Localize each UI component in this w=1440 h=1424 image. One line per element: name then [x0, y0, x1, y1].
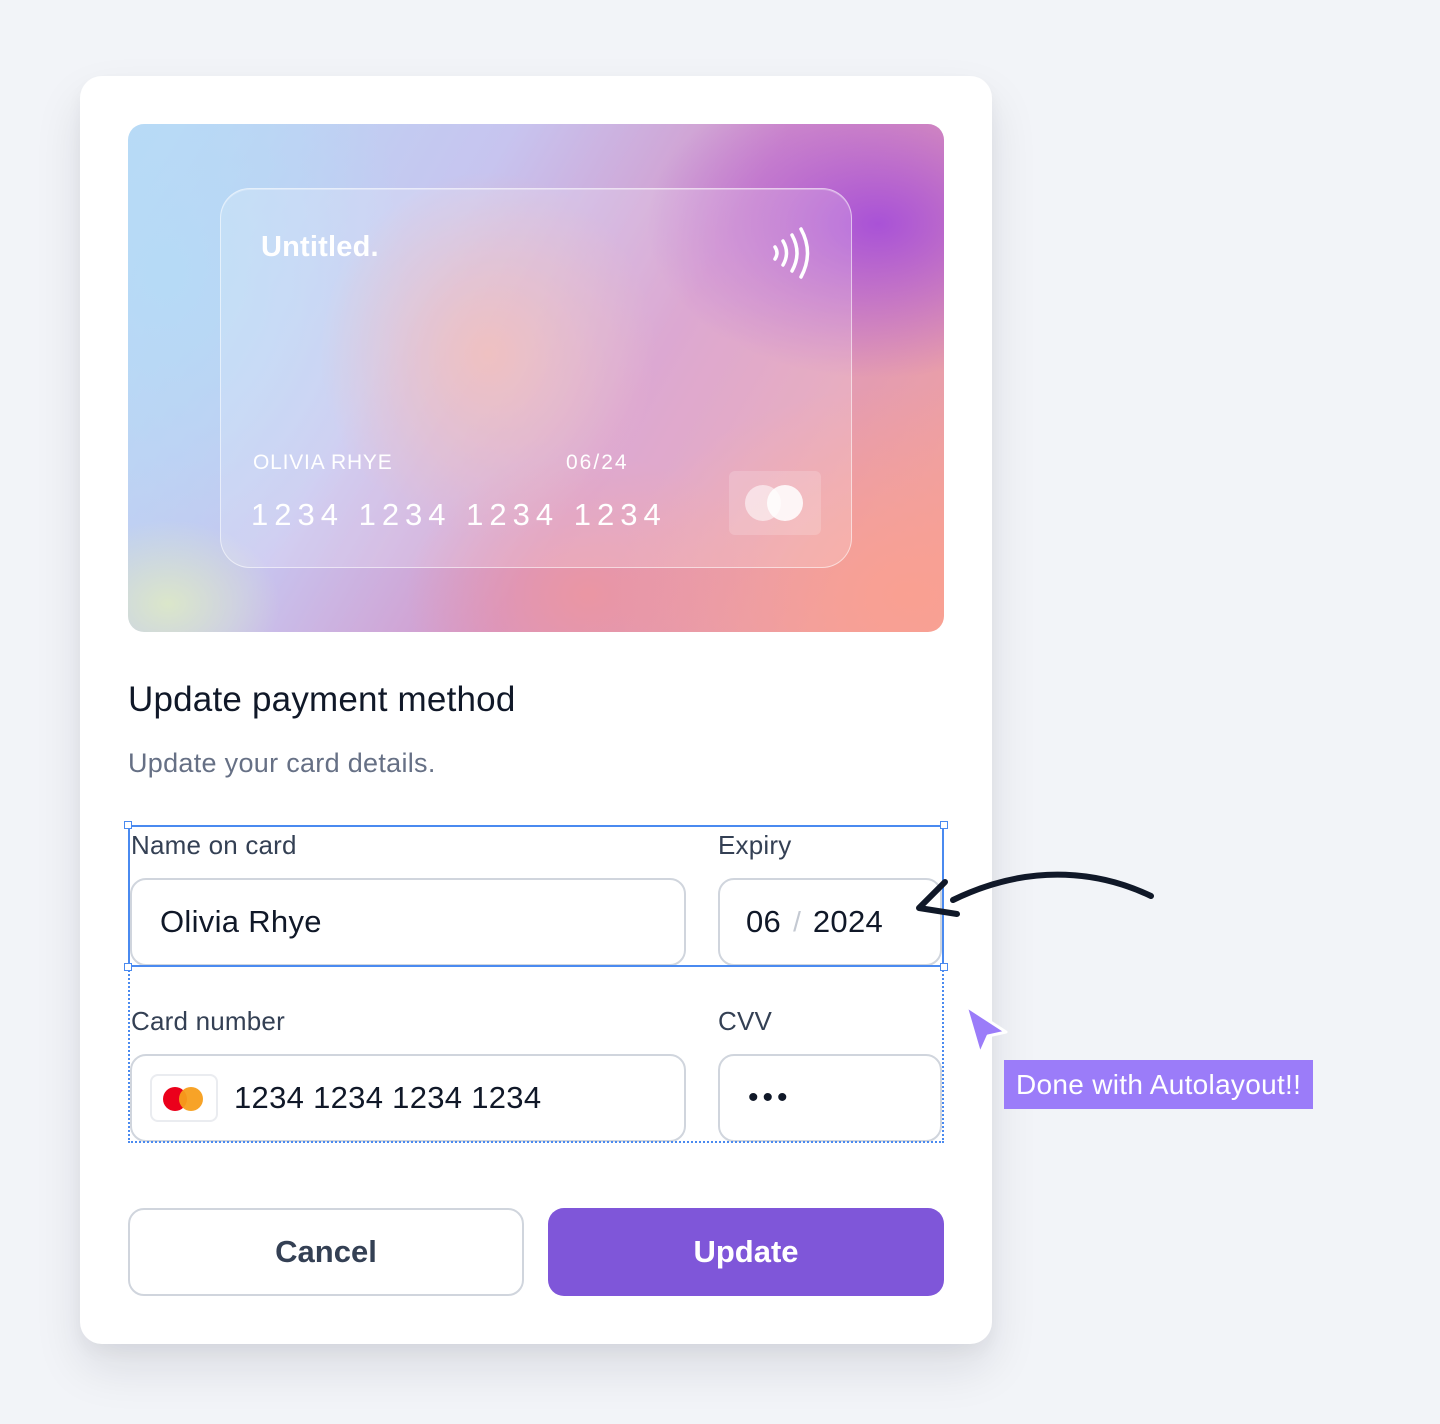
- card-holder-name: OLIVIA RHYE: [253, 451, 393, 474]
- cancel-button[interactable]: Cancel: [128, 1208, 524, 1296]
- dialog-title: Update payment method: [128, 680, 516, 719]
- card-expiry-date: 06/24: [566, 451, 629, 474]
- card-number-display: 1234 1234 1234 1234: [251, 497, 667, 532]
- credit-card-preview: Untitled. OLIVIA RHYE 06/24 1234 1234 12…: [220, 188, 852, 568]
- card-preview-background: Untitled. OLIVIA RHYE 06/24 1234 1234 12…: [128, 124, 944, 632]
- payment-modal: Untitled. OLIVIA RHYE 06/24 1234 1234 12…: [80, 76, 992, 1344]
- autolayout-selection-dashed: [128, 967, 944, 1143]
- autolayout-tooltip: Done with Autolayout!!: [1004, 1060, 1314, 1109]
- selection-handle-bottom-right[interactable]: [940, 963, 948, 971]
- hand-drawn-arrow-icon: [916, 871, 1154, 917]
- dialog-subtitle: Update your card details.: [128, 748, 436, 778]
- card-network-logo: [729, 471, 821, 535]
- card-brand-name: Untitled.: [261, 231, 379, 263]
- contactless-icon: [773, 227, 810, 279]
- selection-handle-top-left[interactable]: [124, 821, 132, 829]
- pointer-cursor-icon: [964, 1004, 1008, 1056]
- autolayout-selection-frame: [128, 825, 944, 967]
- update-button[interactable]: Update: [548, 1208, 944, 1296]
- selection-handle-top-right[interactable]: [940, 821, 948, 829]
- logo-circle-right: [767, 485, 803, 521]
- selection-handle-bottom-left[interactable]: [124, 963, 132, 971]
